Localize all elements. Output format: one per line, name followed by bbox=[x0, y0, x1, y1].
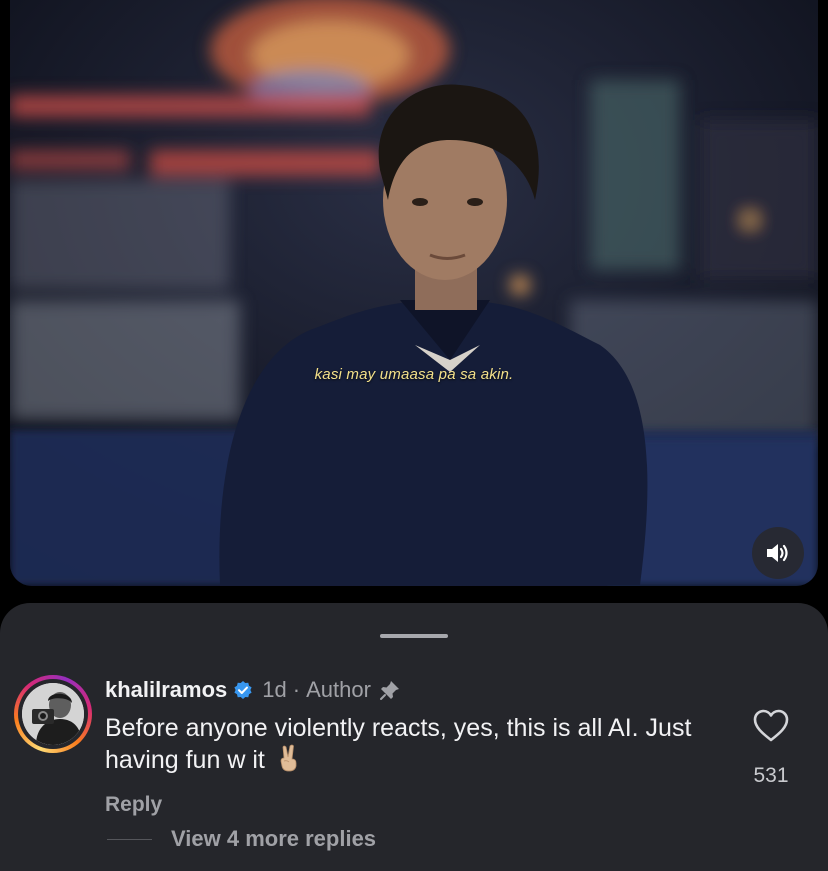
peace-hand-emoji bbox=[280, 744, 297, 772]
like-count: 531 bbox=[753, 764, 789, 787]
avatar[interactable] bbox=[22, 683, 84, 745]
verified-badge-icon bbox=[234, 681, 252, 699]
video-player[interactable]: kasi may umaasa pa sa akin. bbox=[10, 0, 818, 586]
avatar-story-ring[interactable] bbox=[14, 675, 92, 753]
sheet-drag-handle[interactable] bbox=[380, 634, 448, 638]
pin-icon bbox=[379, 681, 399, 700]
comments-sheet: khalilramos 1d · Author Before anyone vi… bbox=[0, 603, 828, 871]
meta-separator: · bbox=[292, 677, 301, 702]
comment-username[interactable]: khalilramos bbox=[105, 677, 227, 703]
video-frame bbox=[10, 0, 818, 586]
author-label: Author bbox=[306, 677, 371, 702]
view-more-replies-button[interactable]: View 4 more replies bbox=[171, 826, 376, 852]
profile-photo bbox=[22, 683, 84, 745]
video-subtitle: kasi may umaasa pa sa akin. bbox=[314, 366, 514, 383]
comment-text: Before anyone violently reacts, yes, thi… bbox=[105, 714, 692, 774]
comment-header: khalilramos 1d · Author bbox=[105, 677, 401, 703]
replies-divider bbox=[107, 839, 152, 840]
comment-time: 1d bbox=[262, 677, 287, 702]
heart-outline-icon[interactable] bbox=[752, 708, 790, 744]
reply-button[interactable]: Reply bbox=[105, 793, 162, 817]
comment-body: Before anyone violently reacts, yes, thi… bbox=[105, 712, 705, 776]
mute-toggle-button[interactable] bbox=[752, 527, 804, 579]
speaker-volume-icon bbox=[767, 544, 788, 562]
